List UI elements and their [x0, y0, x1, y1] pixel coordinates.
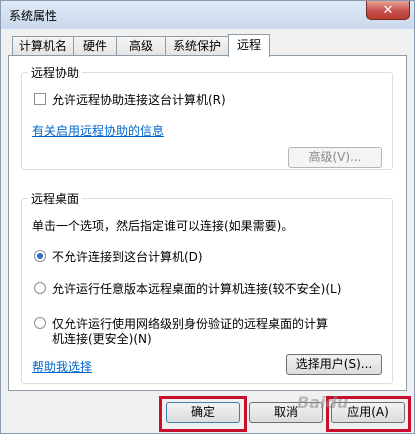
title-bar[interactable]: 系统属性 ✕	[1, 1, 414, 29]
tab-hardware[interactable]: 硬件	[73, 36, 117, 56]
remote-desktop-title: 远程桌面	[28, 190, 83, 207]
allow-remote-assistance-checkbox[interactable]	[34, 93, 46, 105]
remote-desktop-group: 远程桌面 单击一个选项，然后指定谁可以连接(如果需要)。 不允许连接到这台计算机…	[21, 190, 393, 384]
help-me-choose-link[interactable]: 帮助我选择	[32, 358, 92, 375]
tab-computer-name[interactable]: 计算机名	[12, 36, 74, 56]
radio-allow-any-version[interactable]	[34, 282, 46, 294]
close-icon: ✕	[382, 2, 394, 18]
radio-allow-any-label[interactable]: 允许运行任意版本远程桌面的计算机连接(较不安全)(L)	[52, 280, 341, 297]
tab-advanced[interactable]: 高级	[116, 36, 166, 56]
radio-allow-nla-only[interactable]	[34, 317, 46, 329]
select-users-button[interactable]: 选择用户(S)...	[286, 354, 382, 375]
ok-button-highlight	[159, 396, 247, 432]
radio-disallow-connections[interactable]	[34, 250, 46, 262]
remote-assistance-title: 远程协助	[28, 64, 83, 81]
tab-system-protection[interactable]: 系统保护	[165, 36, 229, 56]
remote-tab-panel: 远程协助 允许远程协助连接这台计算机(R) 有关启用远程协助的信息 高级(V).…	[8, 55, 407, 391]
allow-remote-assistance-label[interactable]: 允许远程协助连接这台计算机(R)	[52, 91, 226, 108]
tab-remote[interactable]: 远程	[228, 34, 270, 57]
radio-allow-nla-label-line2[interactable]: 机连接(更安全)(N)	[52, 330, 152, 347]
system-properties-window: 系统属性 ✕ 计算机名 硬件 高级 系统保护 远程 远程协助 允许远程协助连接这…	[0, 0, 415, 434]
close-button[interactable]: ✕	[366, 1, 410, 20]
advanced-button[interactable]: 高级(V)...	[288, 147, 382, 168]
remote-assistance-info-link[interactable]: 有关启用远程协助的信息	[32, 122, 164, 139]
remote-desktop-instruction: 单击一个选项，然后指定谁可以连接(如果需要)。	[32, 219, 294, 233]
watermark: Baidu	[297, 393, 349, 412]
window-title: 系统属性	[9, 9, 58, 23]
remote-assistance-group: 远程协助 允许远程协助连接这台计算机(R) 有关启用远程协助的信息 高级(V).…	[21, 64, 393, 170]
radio-disallow-label[interactable]: 不允许连接到这台计算机(D)	[52, 248, 203, 265]
